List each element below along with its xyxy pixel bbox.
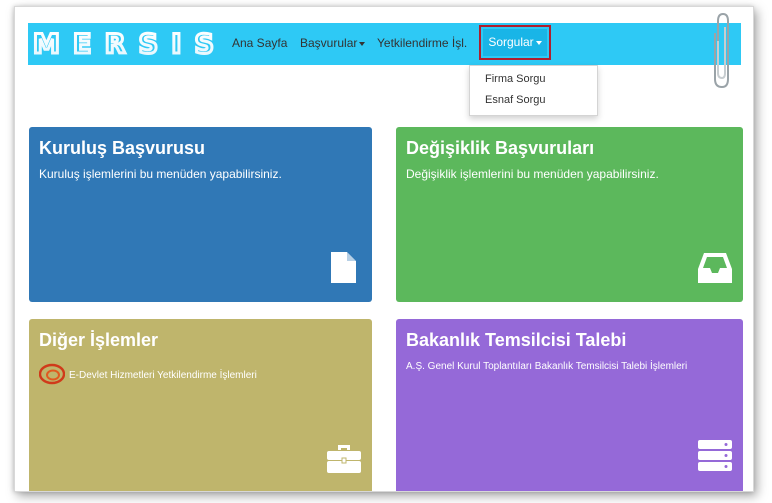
card-title: Diğer İşlemler <box>39 330 159 350</box>
card-bakanlik-temsilcisi-talebi[interactable]: Bakanlık Temsilcisi Talebi A.Ş. Genel Ku… <box>396 319 743 491</box>
logo-text: MERSIS <box>33 30 217 58</box>
card-description: Değişiklik işlemlerini bu menüden yapabi… <box>406 167 659 181</box>
nav-applications[interactable]: Başvurular <box>300 36 366 50</box>
top-navbar: MERSIS Ana Sayfa Başvurular Yetkilendirm… <box>28 23 741 65</box>
edevlet-logo-icon <box>38 363 66 388</box>
file-icon <box>331 252 356 288</box>
card-degisiklik-basvurulari[interactable]: Değişiklik Başvuruları Değişiklik işleml… <box>396 127 743 302</box>
card-description: E-Devlet Hizmetleri Yetkilendirme İşleml… <box>69 370 257 382</box>
chevron-down-icon <box>359 41 366 46</box>
nav-applications-label: Başvurular <box>300 36 358 50</box>
card-title: Bakanlık Temsilcisi Talebi <box>406 330 627 350</box>
nav-authorization[interactable]: Yetkilendirme İşl. <box>377 36 467 50</box>
card-title: Değişiklik Başvuruları <box>406 138 595 158</box>
inbox-icon <box>698 251 732 288</box>
nav-queries[interactable]: Sorgular <box>483 29 547 56</box>
mersis-logo[interactable]: MERSIS <box>33 30 219 58</box>
card-title: Kuruluş Başvurusu <box>39 138 206 158</box>
dropdown-item-esnaf-sorgu[interactable]: Esnaf Sorgu <box>485 94 546 106</box>
nav-home[interactable]: Ana Sayfa <box>232 36 287 50</box>
briefcase-icon <box>327 443 361 478</box>
edevlet-link[interactable]: E-Devlet Hizmetleri Yetkilendirme İşleml… <box>38 363 257 388</box>
queries-dropdown-menu: Firma Sorgu Esnaf Sorgu <box>469 65 598 116</box>
card-description: A.Ş. Genel Kurul Toplantıları Bakanlık T… <box>406 361 688 372</box>
card-kurulus-basvurusu[interactable]: Kuruluş Başvurusu Kuruluş işlemlerini bu… <box>29 127 372 302</box>
dropdown-item-firma-sorgu[interactable]: Firma Sorgu <box>485 73 546 85</box>
nav-queries-label: Sorgular <box>488 35 534 49</box>
card-diger-islemler[interactable]: Diğer İşlemler E-Devlet Hizmetleri Yetki… <box>29 319 372 491</box>
nav-queries-highlight: Sorgular <box>479 25 551 60</box>
screenshot-frame: MERSIS Ana Sayfa Başvurular Yetkilendirm… <box>14 6 754 492</box>
chevron-down-icon <box>535 40 542 45</box>
paperclip-icon <box>712 11 734 91</box>
card-description: Kuruluş işlemlerini bu menüden yapabilir… <box>39 167 282 181</box>
server-icon <box>698 440 732 477</box>
